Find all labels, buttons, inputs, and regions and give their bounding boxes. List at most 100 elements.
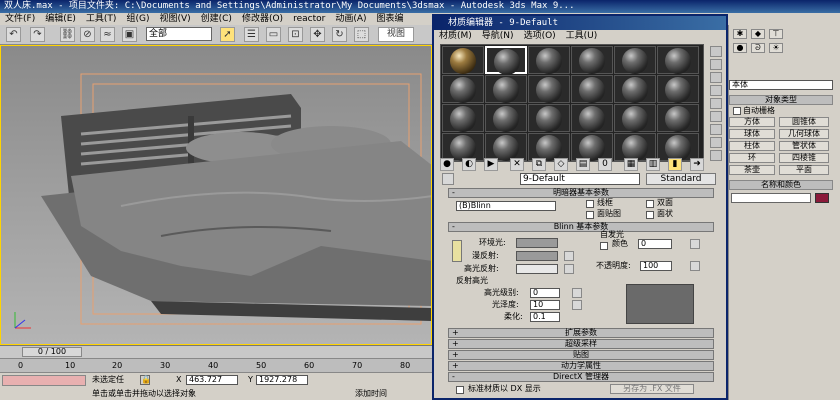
selection-filter-dropdown[interactable]: 全部 <box>146 27 212 41</box>
specular-color-swatch[interactable] <box>516 264 558 274</box>
sample-slot[interactable] <box>614 133 656 161</box>
unlink-icon[interactable]: ⊘ <box>80 27 95 42</box>
lock-colors-icon[interactable] <box>452 240 462 262</box>
pick-material-icon[interactable] <box>442 173 454 185</box>
dynamics-rollout[interactable]: + 动力学属性 <box>448 361 714 371</box>
window-crossing-icon[interactable]: ⊡ <box>288 27 303 42</box>
box-button[interactable]: 方体 <box>729 117 775 127</box>
menu-animation[interactable]: 动画(A) <box>330 14 371 24</box>
background-icon[interactable] <box>710 72 722 83</box>
scale-icon[interactable]: ⬚ <box>354 27 369 42</box>
menu-edit[interactable]: 编辑(E) <box>40 14 81 24</box>
sample-slot[interactable] <box>442 46 484 74</box>
cone-button[interactable]: 圆锥体 <box>779 117 829 127</box>
show-map-in-viewport-icon[interactable]: ▦ <box>624 158 638 171</box>
sample-slot[interactable] <box>571 104 613 132</box>
shapes-icon[interactable]: ᘐ <box>751 43 765 53</box>
assign-material-icon[interactable]: ▶ <box>484 158 498 171</box>
delete-icon[interactable]: ✕ <box>510 158 524 171</box>
directx-manager-rollout[interactable]: - DirectX 管理器 <box>448 372 714 382</box>
supersampling-rollout[interactable]: + 超级采样 <box>448 339 714 349</box>
redo-icon[interactable]: ↷ <box>30 27 45 42</box>
put-to-scene-icon[interactable]: ◐ <box>462 158 476 171</box>
shader-basic-params-rollout[interactable]: - 明暗器基本参数 <box>448 188 714 198</box>
maxscript-listener[interactable] <box>2 375 86 386</box>
hierarchy-tab-icon[interactable]: ⊤ <box>769 29 783 39</box>
auto-grid-checkbox[interactable] <box>733 107 741 115</box>
spec-level-field[interactable]: 0 <box>530 288 560 298</box>
specular-map-button[interactable] <box>564 264 574 274</box>
torus-button[interactable]: 环 <box>729 153 775 163</box>
sample-slot[interactable] <box>657 75 699 103</box>
bind-spacewarp-icon[interactable]: ≈ <box>100 27 115 42</box>
plane-button[interactable]: 平面 <box>779 165 829 175</box>
sample-slot[interactable] <box>528 133 570 161</box>
sample-slot[interactable] <box>571 75 613 103</box>
soften-field[interactable]: 0.1 <box>530 312 560 322</box>
sample-slot[interactable] <box>571 133 613 161</box>
glossiness-field[interactable]: 10 <box>530 300 560 310</box>
glossiness-map-button[interactable] <box>572 300 582 310</box>
sample-slot[interactable] <box>528 104 570 132</box>
save-as-fx-button[interactable]: 另存为 .FX 文件 <box>610 384 694 394</box>
select-by-material-icon[interactable] <box>710 137 722 148</box>
selection-filter-icon[interactable]: ▣ <box>122 27 137 42</box>
menu-utilities[interactable]: 工具(U) <box>561 31 603 41</box>
faceted-checkbox[interactable] <box>646 211 654 219</box>
video-color-check-icon[interactable] <box>710 98 722 109</box>
wire-checkbox[interactable] <box>586 200 594 208</box>
maps-rollout[interactable]: + 贴图 <box>448 350 714 360</box>
sample-slot[interactable] <box>614 46 656 74</box>
y-coordinate-field[interactable]: 1927.278 <box>256 375 308 385</box>
material-name-field[interactable]: 9-Default <box>520 173 640 185</box>
show-end-result-icon[interactable]: ▥ <box>646 158 660 171</box>
sample-slot[interactable] <box>528 75 570 103</box>
ambient-color-swatch[interactable] <box>516 238 558 248</box>
diffuse-map-button[interactable] <box>564 251 574 261</box>
object-color-swatch[interactable] <box>815 193 829 203</box>
material-type-button[interactable]: Standard <box>646 173 716 185</box>
sample-slot[interactable] <box>614 104 656 132</box>
sample-slot[interactable] <box>657 104 699 132</box>
select-by-name-icon[interactable]: ☰ <box>244 27 259 42</box>
two-sided-checkbox[interactable] <box>646 200 654 208</box>
select-object-icon[interactable]: ➚ <box>220 27 235 42</box>
menu-reactor[interactable]: reactor <box>288 14 330 24</box>
undo-icon[interactable]: ↶ <box>6 27 21 42</box>
sample-slot[interactable] <box>528 46 570 74</box>
opacity-map-button[interactable] <box>690 261 700 271</box>
menu-views[interactable]: 视图(V) <box>154 14 195 24</box>
sample-slot[interactable] <box>442 133 484 161</box>
diffuse-color-swatch[interactable] <box>516 251 558 261</box>
reference-coord-dropdown[interactable]: 视图 <box>378 27 414 42</box>
menu-navigation[interactable]: 导航(N) <box>477 31 519 41</box>
sample-slot[interactable] <box>657 46 699 74</box>
make-preview-icon[interactable] <box>710 111 722 122</box>
rotate-icon[interactable]: ↻ <box>332 27 347 42</box>
timeline-ruler[interactable]: 0 10 20 30 40 50 60 70 80 <box>0 358 432 372</box>
name-and-color-header[interactable]: 名称和颜色 <box>729 180 833 190</box>
object-type-header[interactable]: 对象类型 <box>729 95 833 105</box>
pyramid-button[interactable]: 四棱锥 <box>779 153 829 163</box>
uv-tiling-icon[interactable] <box>710 85 722 96</box>
self-illum-color-checkbox[interactable] <box>600 242 608 250</box>
geometry-category-dropdown[interactable]: 本体 <box>729 80 833 90</box>
sample-slot[interactable] <box>485 75 527 103</box>
go-forward-sibling-icon[interactable]: ➜ <box>690 158 704 171</box>
modify-tab-icon[interactable]: ◆ <box>751 29 765 39</box>
lights-icon[interactable]: ☀ <box>769 43 783 53</box>
time-slider[interactable]: 0 / 100 <box>22 347 82 357</box>
menu-create[interactable]: 创建(C) <box>196 14 237 24</box>
sphere-button[interactable]: 球体 <box>729 129 775 139</box>
rect-selection-icon[interactable]: ▭ <box>266 27 281 42</box>
material-effects-channel-icon[interactable]: 0 <box>598 158 612 171</box>
sample-slot-active[interactable] <box>485 46 527 75</box>
object-name-field[interactable] <box>731 193 811 203</box>
go-to-parent-icon[interactable]: ▮ <box>668 158 682 171</box>
dx-display-checkbox[interactable] <box>456 386 464 394</box>
x-coordinate-field[interactable]: 463.727 <box>186 375 238 385</box>
tube-button[interactable]: 管状体 <box>779 141 829 151</box>
sample-type-icon[interactable] <box>710 46 722 57</box>
menu-group[interactable]: 组(G) <box>121 14 154 24</box>
menu-modifiers[interactable]: 修改器(O) <box>237 14 288 24</box>
